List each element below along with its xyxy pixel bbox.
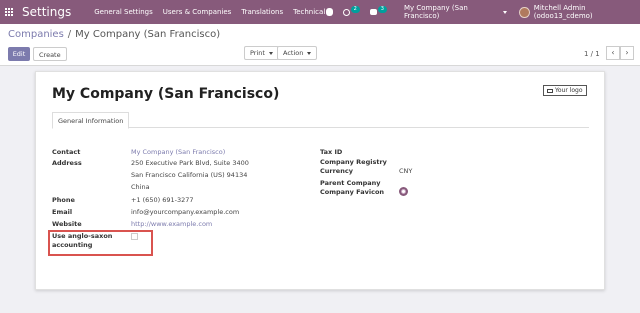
menu-users-companies[interactable]: Users & Companies bbox=[163, 8, 232, 16]
form-sheet: My Company (San Francisco) Your logo Gen… bbox=[35, 71, 605, 290]
breadcrumb: Companies / My Company (San Francisco) bbox=[8, 29, 220, 40]
pager-value[interactable]: 1 / 1 bbox=[584, 50, 600, 58]
camera-icon bbox=[547, 88, 553, 93]
website-link[interactable]: http://www.example.com bbox=[131, 220, 212, 228]
breadcrumb-companies[interactable]: Companies bbox=[8, 29, 64, 40]
activities-button[interactable]: 2 bbox=[342, 6, 360, 16]
app-title[interactable]: Settings bbox=[22, 5, 71, 19]
address-line1: 250 Executive Park Blvd, Suite 3400 bbox=[131, 159, 249, 167]
address-line3: China bbox=[131, 183, 150, 191]
currency-value: CNY bbox=[399, 167, 413, 175]
menu-translations[interactable]: Translations bbox=[241, 8, 283, 16]
company-switcher[interactable]: My Company (San Francisco) bbox=[403, 4, 508, 20]
avatar bbox=[519, 6, 530, 18]
create-button[interactable]: Create bbox=[33, 47, 67, 61]
chevron-down-icon bbox=[307, 51, 312, 55]
action-button[interactable]: Action bbox=[277, 46, 318, 60]
menu-technical[interactable]: Technical bbox=[293, 8, 325, 16]
logo-label: Your logo bbox=[555, 87, 583, 94]
company-registry-label: Company Registry bbox=[320, 158, 387, 166]
top-navbar: Settings General Settings Users & Compan… bbox=[0, 0, 640, 24]
company-name-title: My Company (San Francisco) bbox=[52, 86, 280, 102]
address-line2: San Francisco California (US) 94134 bbox=[131, 171, 248, 179]
phone-value: +1 (650) 691-3277 bbox=[131, 196, 194, 204]
favicon-image[interactable] bbox=[399, 187, 408, 196]
address-label: Address bbox=[52, 159, 82, 167]
contact-label: Contact bbox=[52, 148, 81, 156]
email-value: info@yourcompany.example.com bbox=[131, 208, 240, 216]
systray: 2 3 My Company (San Francisco) Mitchell … bbox=[326, 0, 640, 24]
pager-buttons: ‹ › bbox=[606, 46, 634, 60]
messages-badge: 3 bbox=[377, 6, 387, 13]
logo-upload-button[interactable]: Your logo bbox=[543, 85, 587, 96]
activities-badge: 2 bbox=[350, 6, 360, 13]
pager-previous-button[interactable]: ‹ bbox=[606, 46, 620, 60]
parent-company-label: Parent Company bbox=[320, 179, 381, 187]
user-menu[interactable]: Mitchell Admin (odoo13_cdemo) bbox=[519, 4, 640, 20]
breadcrumb-separator: / bbox=[67, 29, 72, 40]
messages-button[interactable]: 3 bbox=[369, 6, 387, 15]
edit-button[interactable]: Edit bbox=[8, 47, 30, 61]
clock-icon bbox=[342, 8, 350, 16]
user-name: Mitchell Admin (odoo13_cdemo) bbox=[533, 4, 593, 20]
highlight-annotation bbox=[48, 230, 153, 256]
tab-general-information[interactable]: General Information bbox=[52, 112, 130, 129]
notebook-tabs: General Information bbox=[52, 112, 589, 129]
company-favicon-label: Company Favicon bbox=[320, 188, 385, 196]
print-label: Print bbox=[250, 49, 265, 57]
control-panel: Companies / My Company (San Francisco) E… bbox=[0, 24, 640, 66]
chevron-down-icon bbox=[503, 10, 508, 14]
debug-bug-icon[interactable] bbox=[326, 8, 333, 16]
phone-label: Phone bbox=[52, 196, 75, 204]
contact-link[interactable]: My Company (San Francisco) bbox=[131, 148, 225, 156]
print-button[interactable]: Print bbox=[244, 46, 279, 60]
currency-label: Currency bbox=[320, 167, 353, 175]
pager-next-button[interactable]: › bbox=[620, 46, 634, 60]
apps-menu-icon[interactable] bbox=[5, 8, 13, 16]
chat-icon bbox=[369, 9, 377, 15]
action-label: Action bbox=[283, 49, 304, 57]
email-label: Email bbox=[52, 208, 73, 216]
menu-general-settings[interactable]: General Settings bbox=[94, 8, 153, 16]
chevron-down-icon bbox=[268, 51, 273, 55]
tax-id-label: Tax ID bbox=[320, 148, 343, 156]
breadcrumb-current: My Company (San Francisco) bbox=[75, 29, 221, 40]
company-name: My Company (San Francisco) bbox=[403, 4, 468, 20]
website-label: Website bbox=[52, 220, 82, 228]
main-menu: General Settings Users & Companies Trans… bbox=[94, 8, 335, 16]
